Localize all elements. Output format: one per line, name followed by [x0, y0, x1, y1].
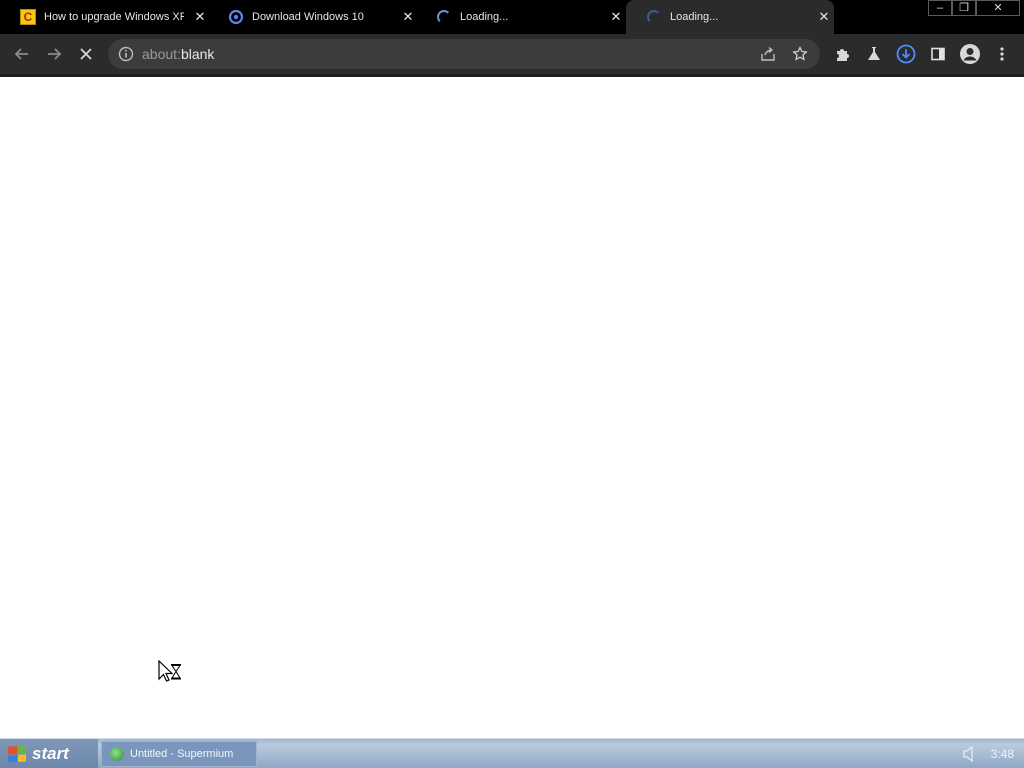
- address-host: blank: [180, 46, 215, 62]
- tab-close-icon[interactable]: ✕: [192, 9, 208, 25]
- tab-title: Loading...: [670, 11, 719, 23]
- screen: C How to upgrade Windows XP ✕ Download W…: [0, 0, 1024, 768]
- minimize-button[interactable]: –: [928, 0, 952, 16]
- close-icon: [80, 48, 92, 60]
- info-icon[interactable]: [118, 46, 134, 62]
- extensions-button[interactable]: [830, 42, 854, 66]
- tab-loading-2-active[interactable]: Loading... ✕: [626, 0, 834, 34]
- spinner-icon: [436, 9, 452, 25]
- spinner-icon: [646, 9, 662, 25]
- address-bar[interactable]: about:blank: [108, 39, 820, 69]
- labs-button[interactable]: [862, 42, 886, 66]
- flask-icon: [868, 47, 880, 60]
- taskbar: start Untitled - Supermium 3:48: [0, 738, 1024, 768]
- page-content[interactable]: [0, 77, 1024, 738]
- bookmark-button[interactable]: [788, 42, 812, 66]
- tab-loading-1[interactable]: Loading... ✕: [416, 0, 626, 34]
- taskbar-item-supermium[interactable]: Untitled - Supermium: [101, 741, 257, 767]
- tab-how-to-upgrade[interactable]: C How to upgrade Windows XP ✕: [0, 0, 210, 34]
- site-c-icon: C: [20, 9, 36, 25]
- arrow-right-icon: [48, 48, 62, 60]
- browser-toolbar: about:blank: [0, 34, 1024, 74]
- system-tray: 3:48: [942, 739, 1018, 768]
- arrow-left-icon: [14, 48, 28, 60]
- star-icon: [792, 46, 808, 61]
- close-window-button[interactable]: ✕: [976, 0, 1020, 16]
- avatar-icon: [960, 44, 980, 64]
- tab-title: How to upgrade Windows XP: [44, 11, 184, 23]
- more-vertical-icon: [1000, 47, 1004, 61]
- share-button[interactable]: [756, 42, 780, 66]
- busy-cursor-icon: [158, 659, 184, 689]
- menu-button[interactable]: [990, 42, 1014, 66]
- tab-download-windows-10[interactable]: Download Windows 10 ✕: [208, 0, 418, 34]
- address-scheme: about:: [142, 46, 181, 62]
- loading-ring-icon: [228, 9, 244, 25]
- restore-button[interactable]: ❐: [952, 0, 976, 16]
- tab-strip: C How to upgrade Windows XP ✕ Download W…: [0, 0, 1024, 34]
- tab-title: Download Windows 10: [252, 11, 364, 23]
- puzzle-icon: [837, 49, 849, 61]
- clock: 3:48: [990, 747, 1014, 761]
- tab-close-icon[interactable]: ✕: [608, 9, 624, 25]
- task-label: Untitled - Supermium: [130, 748, 234, 760]
- windows-flag-icon: [8, 745, 26, 763]
- address-text[interactable]: about:blank: [142, 46, 214, 62]
- side-panel-button[interactable]: [926, 42, 950, 66]
- side-panel-icon: [931, 47, 945, 61]
- profile-button[interactable]: [958, 42, 982, 66]
- stop-loading-button[interactable]: [74, 42, 98, 66]
- downloads-button[interactable]: [894, 42, 918, 66]
- tab-close-icon[interactable]: ✕: [816, 9, 832, 25]
- tab-title: Loading...: [460, 11, 509, 23]
- forward-button[interactable]: [42, 42, 66, 66]
- share-icon: [761, 46, 775, 61]
- supermium-icon: [110, 747, 124, 761]
- volume-icon[interactable]: [963, 746, 977, 762]
- start-label: start: [32, 744, 69, 763]
- tab-close-icon[interactable]: ✕: [400, 9, 416, 25]
- start-button[interactable]: start: [0, 739, 98, 768]
- back-button[interactable]: [10, 42, 34, 66]
- download-icon: [896, 44, 916, 64]
